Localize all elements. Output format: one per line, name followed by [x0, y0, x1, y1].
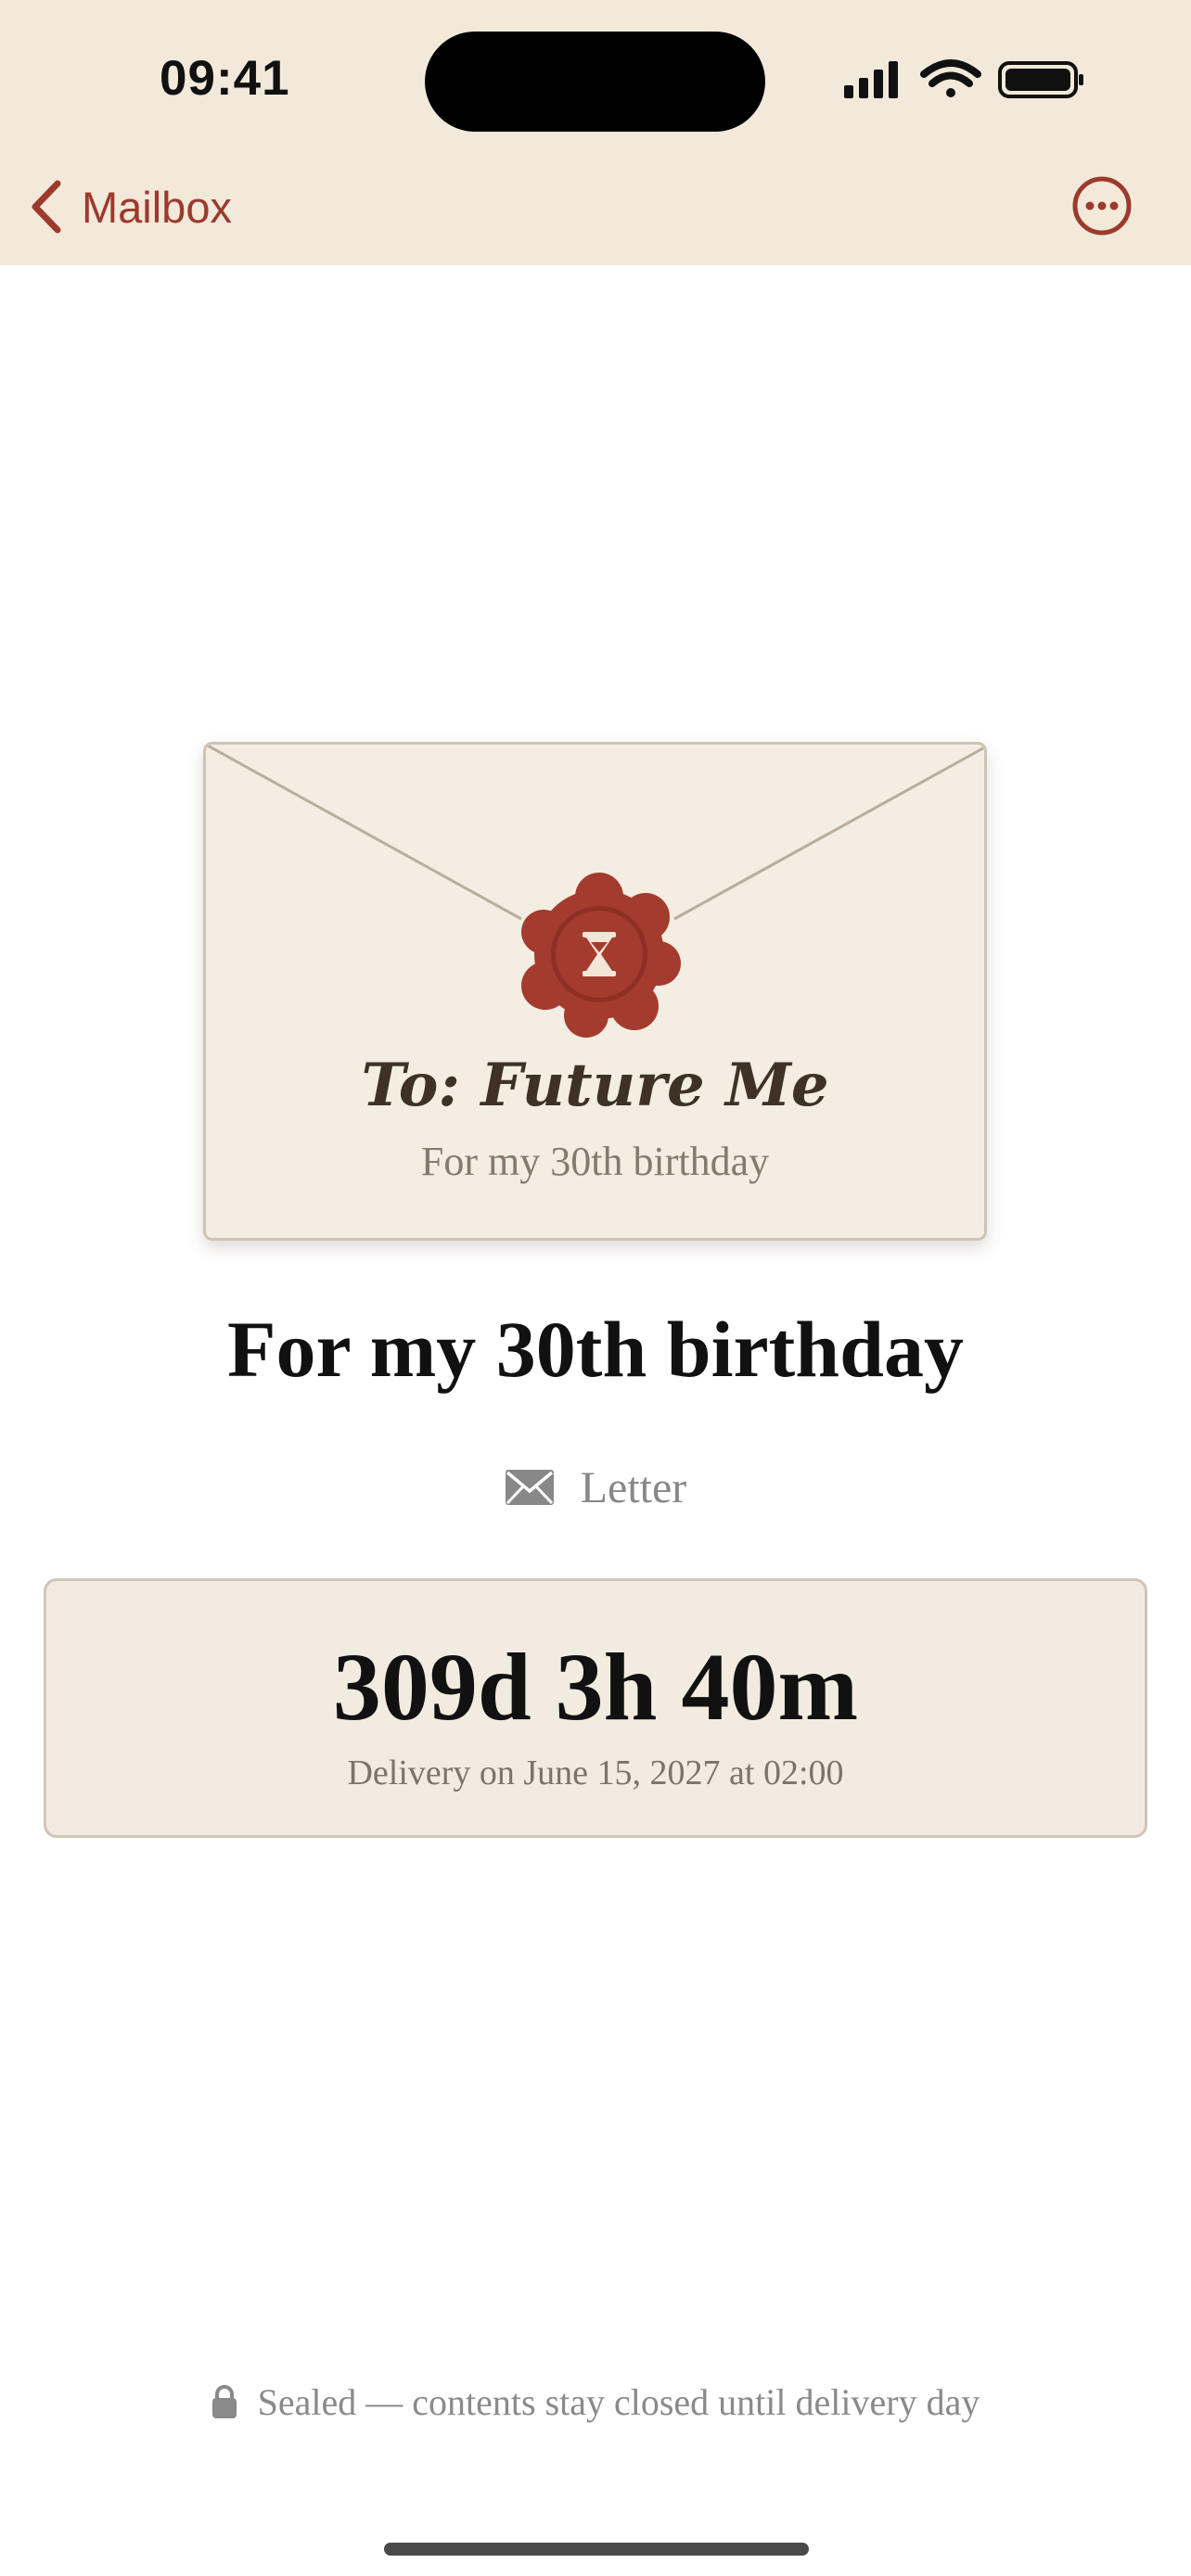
- sealed-note-text: Sealed — contents stay closed until deli…: [257, 2380, 980, 2423]
- wifi-icon: [920, 59, 981, 97]
- sealed-note: Sealed — contents stay closed until deli…: [0, 2376, 1191, 2428]
- countdown-value: 309d 3h 40m: [332, 1634, 859, 1741]
- letter-type-label: Letter: [580, 1462, 687, 1512]
- status-icons: [844, 59, 1083, 98]
- battery-icon: [998, 61, 1083, 98]
- back-label: Mailbox: [82, 182, 232, 232]
- dynamic-island: [425, 32, 765, 132]
- delivery-date: Delivery on June 15, 2027 at 02:00: [347, 1753, 844, 1792]
- envelope-recipient: To: Future Me: [361, 1051, 829, 1120]
- countdown-card: 309d 3h 40m Delivery on June 15, 2027 at…: [44, 1578, 1147, 1838]
- letter-title: For my 30th birthday: [227, 1305, 964, 1394]
- nav-bar: Mailbox: [0, 148, 1191, 265]
- signal-icon: [844, 61, 898, 98]
- chevron-left-icon: [32, 180, 61, 234]
- wax-seal: [521, 873, 681, 1038]
- envelope-subtitle: For my 30th birthday: [420, 1139, 770, 1184]
- lock-icon: [211, 2385, 237, 2418]
- status-time: 09:41: [160, 51, 290, 106]
- more-options-button[interactable]: [1070, 174, 1133, 237]
- envelope-card[interactable]: To: Future Me For my 30th birthday: [203, 742, 987, 1241]
- envelope-icon: [505, 1470, 554, 1505]
- home-indicator[interactable]: [384, 2543, 809, 2556]
- back-button[interactable]: Mailbox: [28, 174, 232, 239]
- status-bar: 09:41: [0, 0, 1191, 148]
- letter-type: Letter: [0, 1460, 1191, 1515]
